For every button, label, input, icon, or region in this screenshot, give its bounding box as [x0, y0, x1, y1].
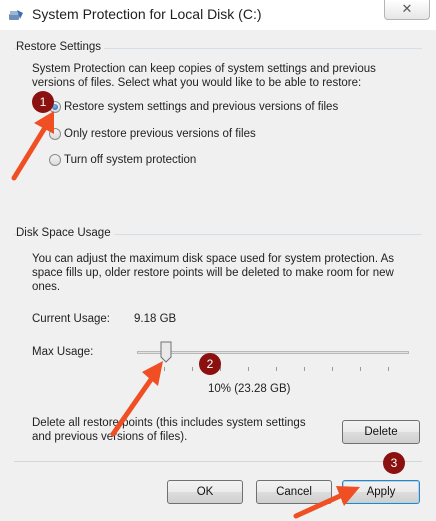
annotation-arrow-3: [293, 486, 360, 519]
system-protection-dialog: System Protection for Local Disk (C:) ✕ …: [0, 0, 436, 521]
